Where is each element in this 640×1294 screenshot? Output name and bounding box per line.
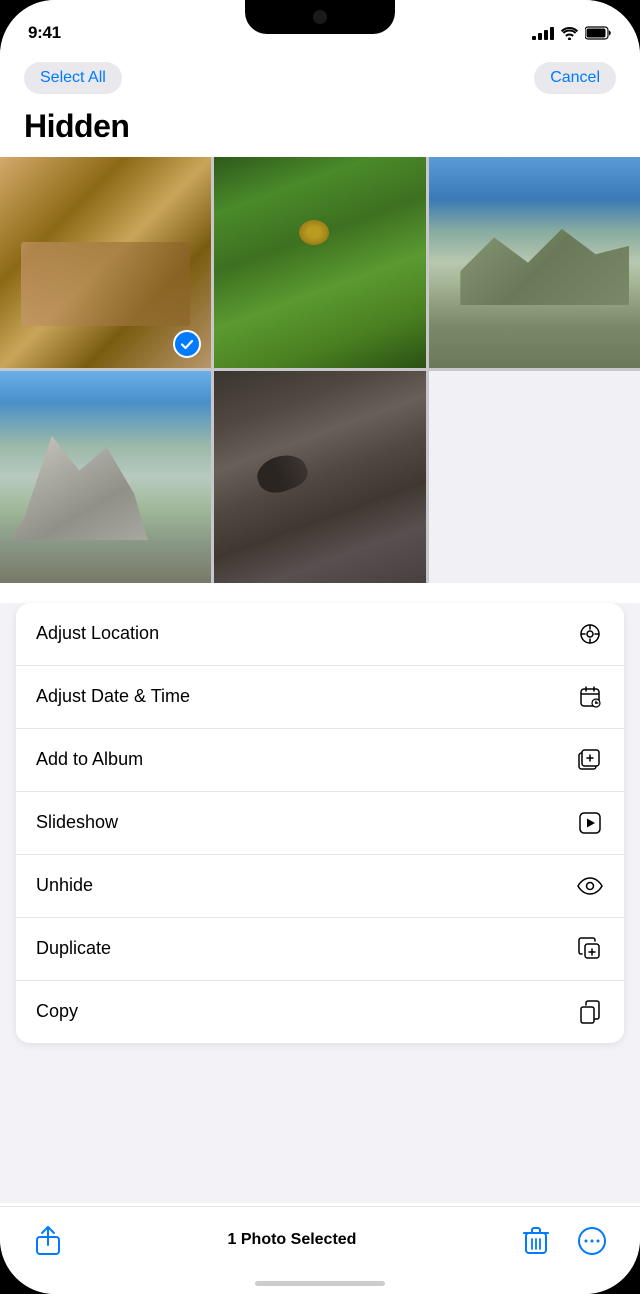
menu-item-slideshow[interactable]: Slideshow <box>16 792 624 855</box>
cancel-button[interactable]: Cancel <box>534 62 616 94</box>
signal-icon <box>532 26 554 40</box>
nav-bar: Select All Cancel <box>0 54 640 104</box>
play-icon <box>576 809 604 837</box>
add-album-icon <box>576 746 604 774</box>
select-all-button[interactable]: Select All <box>24 62 122 94</box>
selection-badge-1 <box>173 330 201 358</box>
photo-cell-1[interactable] <box>0 157 211 368</box>
photo-cell-3[interactable] <box>429 157 640 368</box>
calendar-icon <box>576 683 604 711</box>
wifi-icon <box>561 27 578 40</box>
menu-item-duplicate[interactable]: Duplicate <box>16 918 624 981</box>
menu-item-add-to-album[interactable]: Add to Album <box>16 729 624 792</box>
menu-item-adjust-date-time[interactable]: Adjust Date & Time <box>16 666 624 729</box>
adjust-date-time-label: Adjust Date & Time <box>36 686 190 707</box>
menu-item-adjust-location[interactable]: Adjust Location <box>16 603 624 666</box>
add-to-album-label: Add to Album <box>36 749 143 770</box>
delete-button[interactable] <box>516 1221 556 1261</box>
action-menu: Adjust Location Adjust Date & Time <box>16 603 624 1043</box>
share-button[interactable] <box>28 1221 68 1261</box>
home-indicator <box>255 1281 385 1286</box>
adjust-location-label: Adjust Location <box>36 623 159 644</box>
photo-cell-2[interactable] <box>214 157 425 368</box>
slideshow-label: Slideshow <box>36 812 118 833</box>
location-icon <box>576 620 604 648</box>
selected-count-text: 1 Photo Selected <box>228 1221 357 1249</box>
unhide-label: Unhide <box>36 875 93 896</box>
duplicate-icon <box>576 935 604 963</box>
page-title-container: Hidden <box>0 104 640 157</box>
phone-frame: 9:41 Select All Cancel <box>0 0 640 1294</box>
status-icons <box>532 26 612 40</box>
duplicate-label: Duplicate <box>36 938 111 959</box>
menu-item-copy[interactable]: Copy <box>16 981 624 1043</box>
more-button[interactable] <box>572 1221 612 1261</box>
content-area: Adjust Location Adjust Date & Time <box>0 603 640 1203</box>
menu-item-unhide[interactable]: Unhide <box>16 855 624 918</box>
notch <box>245 0 395 34</box>
photo-cell-empty <box>429 371 640 582</box>
photo-cell-5[interactable] <box>214 371 425 582</box>
copy-label: Copy <box>36 1001 78 1022</box>
photo-cell-4[interactable] <box>0 371 211 582</box>
copy-icon <box>576 998 604 1026</box>
eye-icon <box>576 872 604 900</box>
status-time: 9:41 <box>28 23 61 43</box>
camera-dot <box>313 10 327 24</box>
battery-icon <box>585 26 612 40</box>
page-title: Hidden <box>24 108 616 145</box>
photo-grid <box>0 157 640 583</box>
